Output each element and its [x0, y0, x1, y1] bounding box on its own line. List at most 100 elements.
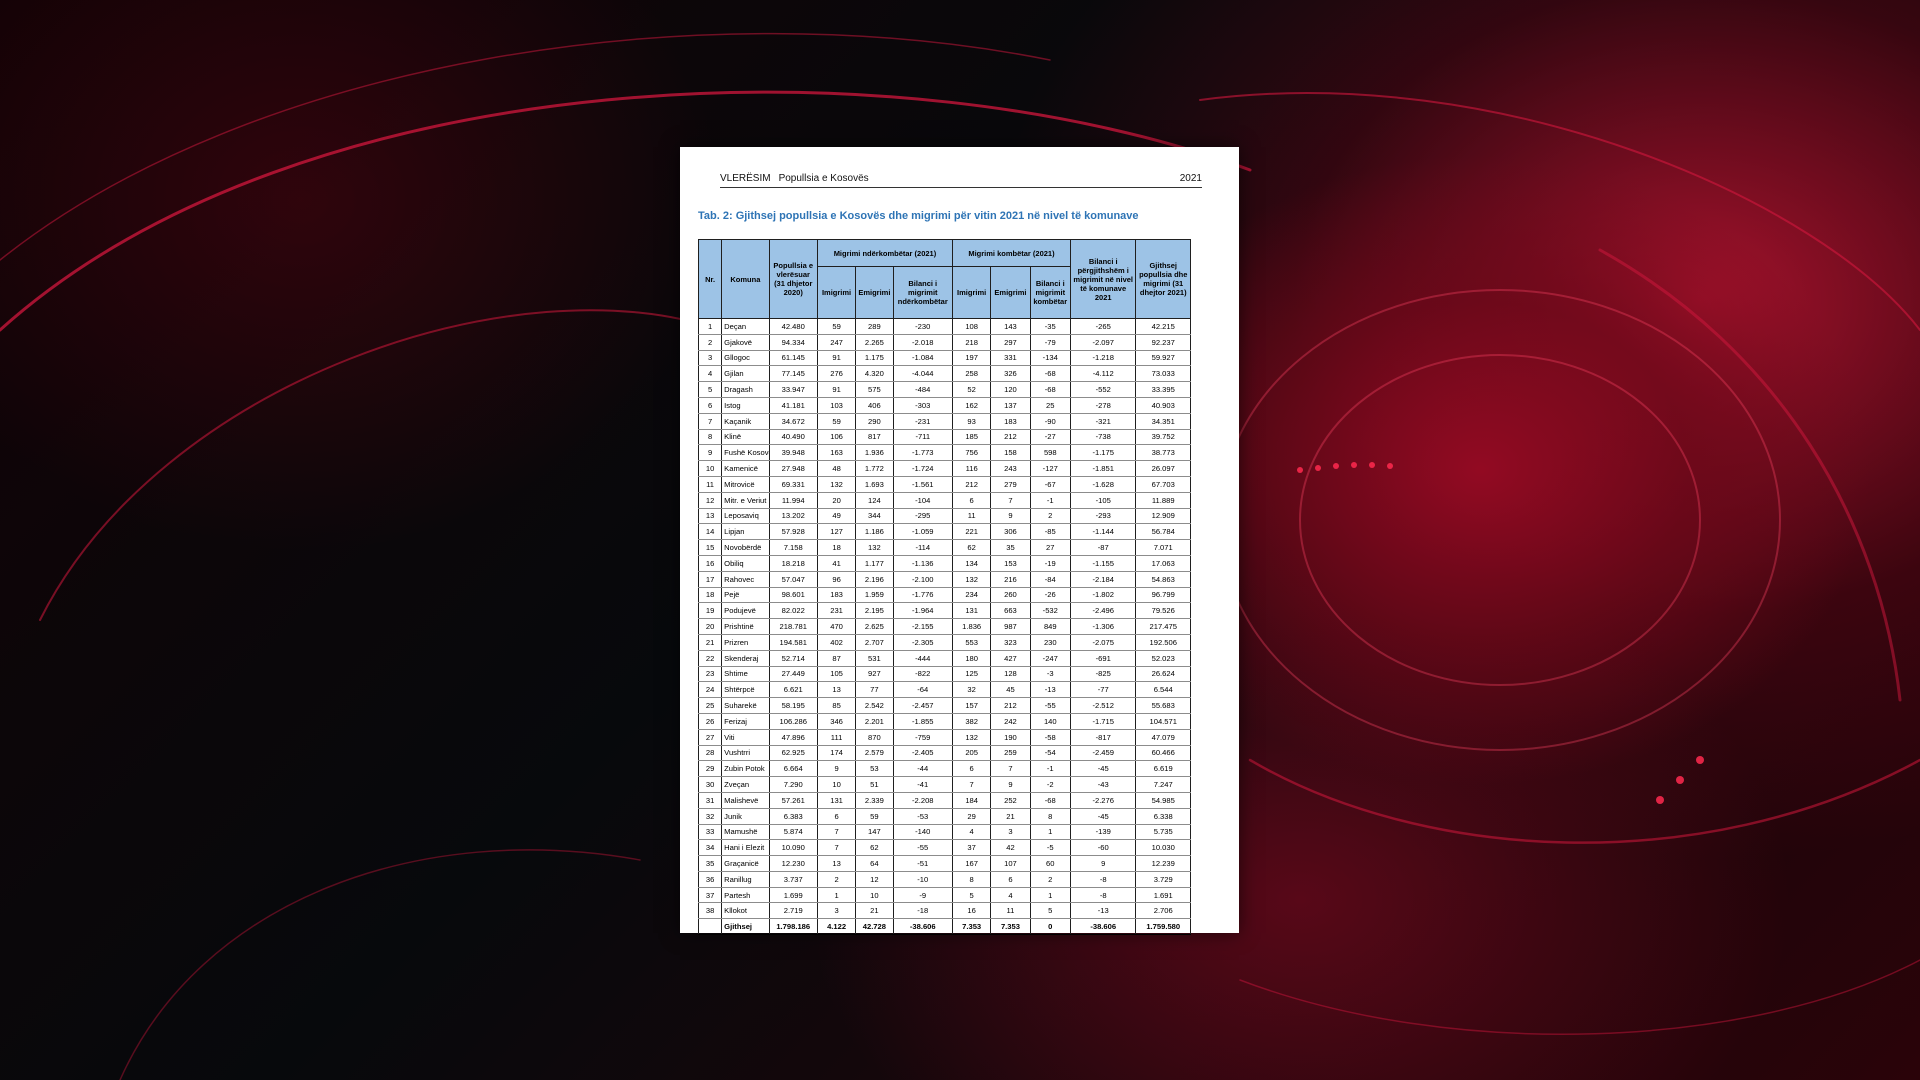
- table-row: 2 Gjakovë 94.334 247 2.265 -2.018 218 297 -79 -2.…: [697, 334, 1191, 351]
- cell-total-balance: -1.144: [1069, 523, 1137, 541]
- cell-immigration-international: 96: [816, 571, 857, 588]
- cell-komuna: Novobërdë: [721, 539, 770, 556]
- cell-total-balance: -77: [1069, 681, 1137, 699]
- cell-population-2020: 40.490: [768, 429, 818, 446]
- cell-balance-international: -711: [892, 429, 954, 446]
- table-row: 7 Kaçanik 34.672 59 290 -231 93 183 -90 -321 34.35…: [697, 413, 1191, 430]
- table-row: 32 Junik 6.383 6 59 -53 29 21 8 -45 6.338: [697, 808, 1191, 825]
- cell-immigration-international: 91: [816, 350, 857, 367]
- cell-emigration-national: 42: [990, 839, 1031, 857]
- cell-population-2021: 34.351: [1135, 413, 1191, 430]
- cell-emigration-international: 870: [855, 729, 894, 746]
- cell-immigration-national: 29: [951, 808, 992, 825]
- cell-emigration-international: 290: [855, 413, 894, 430]
- cell-balance-international: -1.964: [892, 602, 954, 620]
- cell-komuna: Suharekë: [721, 697, 770, 714]
- cell-nr: 12: [697, 492, 723, 509]
- cell-emigration-national: 120: [990, 381, 1031, 398]
- cell-emigration-international: 2.339: [855, 792, 894, 809]
- cell-emigration-national: 45: [990, 681, 1031, 699]
- cell-komuna: Mitr. e Veriut: [721, 492, 770, 509]
- cell-komuna: Viti: [721, 729, 770, 746]
- cell-emigration-national: 7: [990, 492, 1031, 509]
- header-immigration-national: Imigrimi: [951, 266, 992, 319]
- cell-immigration-national: 4: [951, 824, 992, 841]
- cell-immigration-national: 205: [951, 745, 992, 762]
- cell-immigration-international: 41: [816, 555, 857, 572]
- cell-komuna: Rahovec: [721, 571, 770, 588]
- cell-population-2021: 39.752: [1135, 429, 1191, 446]
- table-row: 11 Mitrovicë 69.331 132 1.693 -1.561 212 279 -67…: [697, 476, 1191, 493]
- cell-nr: 10: [697, 460, 723, 477]
- cell-komuna: Graçanicë: [721, 855, 770, 872]
- cell-emigration-international: 51: [855, 776, 894, 793]
- header-emigration-national: Emigrimi: [990, 266, 1031, 319]
- table-row: 12 Mitr. e Veriut 11.994 20 124 -104 6 7 -1 -105 1…: [697, 492, 1191, 509]
- cell-komuna: Kaçanik: [721, 413, 770, 430]
- table-body: 1 Deçan 42.480 59 289 -230 108 143 -35 -265 42.215…: [697, 318, 1191, 936]
- cell-population-2021: 59.927: [1135, 350, 1191, 367]
- cell-nr: 37: [697, 887, 723, 904]
- cell-balance-international: -64: [892, 681, 954, 699]
- cell-komuna: Shtime: [721, 666, 770, 683]
- cell-emigration-national: 3: [990, 824, 1031, 841]
- cell-immigration-national: 125: [951, 666, 992, 683]
- cell-total-balance: -2.512: [1069, 697, 1137, 714]
- cell-population-2021: 11.889: [1135, 492, 1191, 509]
- cell-immigration-international: 231: [816, 602, 857, 620]
- cell-balance-national: -27: [1029, 429, 1071, 446]
- cell-balance-national: -54: [1029, 745, 1071, 762]
- cell-population-2021: 5.735: [1135, 824, 1191, 841]
- cell-immigration-international: 470: [816, 618, 857, 635]
- cell-nr: 23: [697, 666, 723, 683]
- cell-komuna: Gjakovë: [721, 334, 770, 351]
- cell-population-2021: 47.079: [1135, 729, 1191, 746]
- table-total-row: Gjithsej 1.798.186 4.122 42.728 -38.606 7.353…: [697, 918, 1191, 936]
- cell-nr: 30: [697, 776, 723, 793]
- cell-emigration-international: 1.693: [855, 476, 894, 493]
- cell-total-balance: -552: [1069, 381, 1137, 398]
- cell-emigration-national: 243: [990, 460, 1031, 477]
- cell-population-2021: 1.759.580: [1135, 918, 1191, 936]
- cell-emigration-international: 2.625: [855, 618, 894, 635]
- cell-balance-national: -1: [1029, 760, 1071, 778]
- cell-population-2021: 54.985: [1135, 792, 1191, 809]
- cell-population-2020: 1.798.186: [768, 918, 818, 936]
- cell-nr: 34: [697, 839, 723, 857]
- cell-nr: 38: [697, 902, 723, 920]
- cell-immigration-national: 8: [951, 871, 992, 888]
- header-total-balance: Bilanci i përgjithshëm i migrimit në niv…: [1069, 239, 1137, 319]
- cell-nr: 32: [697, 808, 723, 825]
- cell-emigration-international: 132: [855, 539, 894, 556]
- cell-emigration-international: 1.936: [855, 444, 894, 462]
- cell-population-2021: 92.237: [1135, 334, 1191, 351]
- cell-total-balance: -817: [1069, 729, 1137, 746]
- cell-population-2021: 60.466: [1135, 745, 1191, 762]
- cell-komuna: Zveçan: [721, 776, 770, 793]
- cell-immigration-national: 6: [951, 760, 992, 778]
- table-row: 8 Klinë 40.490 106 817 -711 185 212 -27 -738 39.75…: [697, 429, 1191, 446]
- cell-emigration-national: 216: [990, 571, 1031, 588]
- cell-balance-national: 8: [1029, 808, 1071, 825]
- cell-immigration-international: 183: [816, 587, 857, 604]
- cell-population-2021: 79.526: [1135, 602, 1191, 620]
- cell-immigration-international: 2: [816, 871, 857, 888]
- cell-immigration-national: 108: [951, 318, 992, 335]
- cell-komuna: Gjilan: [721, 365, 770, 383]
- document-page: VLERËSIM Popullsia e Kosovës 2021 Tab. 2:…: [680, 147, 1239, 936]
- cell-komuna: Mitrovicë: [721, 476, 770, 493]
- cell-emigration-international: 53: [855, 760, 894, 778]
- cell-emigration-national: 9: [990, 776, 1031, 793]
- cell-balance-national: -3: [1029, 666, 1071, 683]
- cell-balance-international: -10: [892, 871, 954, 888]
- header-balance-national: Bilanci i migrimit kombëtar: [1029, 266, 1071, 319]
- cell-nr: 18: [697, 587, 723, 604]
- cell-balance-international: -1.776: [892, 587, 954, 604]
- table-row: 5 Dragash 33.947 91 575 -484 52 120 -68 -552 33.39…: [697, 381, 1191, 398]
- table-row: 17 Rahovec 57.047 96 2.196 -2.100 132 216 -84 -2.…: [697, 571, 1191, 588]
- cell-komuna: Deçan: [721, 318, 770, 335]
- population-table: Nr. Komuna Popullsia e vlerësuar (31 dhj…: [697, 239, 1191, 936]
- cell-emigration-national: 35: [990, 539, 1031, 556]
- cell-emigration-international: 59: [855, 808, 894, 825]
- cell-total-balance: -1.851: [1069, 460, 1137, 477]
